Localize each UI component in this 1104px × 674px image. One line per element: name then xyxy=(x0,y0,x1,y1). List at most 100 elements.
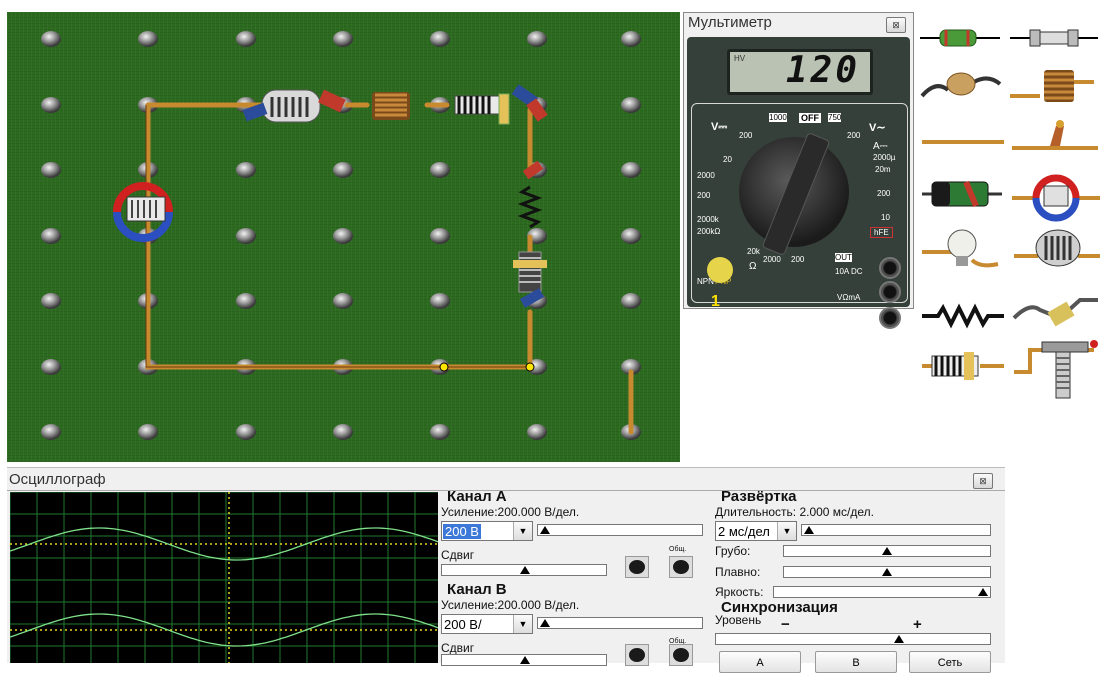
brightness-slider[interactable] xyxy=(773,586,991,598)
board-peg[interactable] xyxy=(621,31,641,47)
coarse-slider[interactable] xyxy=(783,545,991,557)
board-peg[interactable] xyxy=(41,97,61,113)
multimeter-close-button[interactable]: ⊠ xyxy=(886,17,906,33)
sweep-select[interactable]: 2 мс/дел ▼ xyxy=(715,521,797,541)
palette-capacitor-stand[interactable] xyxy=(1014,340,1098,399)
slider-thumb[interactable] xyxy=(520,566,530,574)
channel-b-gain-select[interactable]: 200 В/ ▼ xyxy=(441,614,533,634)
board-peg[interactable] xyxy=(430,293,450,309)
board-peg[interactable] xyxy=(527,424,547,440)
sync-level-slider[interactable] xyxy=(715,633,991,645)
board-peg[interactable] xyxy=(430,424,450,440)
multimeter-window[interactable]: Мультиметр ⊠ HV 120 V⎓ 1000 OFF 750 V∼ 2… xyxy=(683,12,914,329)
palette-lamp-resistor[interactable] xyxy=(920,72,1002,98)
chevron-down-icon[interactable]: ▼ xyxy=(777,522,796,540)
transistor-socket[interactable] xyxy=(707,257,733,283)
channel-b-invert-button[interactable] xyxy=(625,644,649,666)
range-20m-label: 20m xyxy=(875,165,891,174)
palette-light-bulb[interactable] xyxy=(922,229,999,268)
palette-battery[interactable] xyxy=(922,180,1002,208)
channel-a-invert-button[interactable] xyxy=(625,556,649,578)
board-peg[interactable] xyxy=(41,31,61,47)
oscilloscope-window[interactable]: Осциллограф ⊠ Канал А Усиление:200.000 В… xyxy=(7,467,1005,673)
sweep-slider[interactable] xyxy=(801,524,991,536)
hv-label: HV xyxy=(734,54,746,63)
palette-coil[interactable] xyxy=(922,352,1004,380)
slider-thumb[interactable] xyxy=(540,619,550,627)
board-peg[interactable] xyxy=(41,228,61,244)
jack-vohm[interactable] xyxy=(879,281,901,303)
sync-net-button[interactable]: Сеть xyxy=(909,651,991,673)
oscilloscope-screen xyxy=(9,491,439,663)
board-peg[interactable] xyxy=(333,228,353,244)
slider-thumb[interactable] xyxy=(978,588,988,596)
board-peg[interactable] xyxy=(138,424,158,440)
palette-switch[interactable] xyxy=(1012,120,1098,150)
resistor-component[interactable] xyxy=(517,160,544,229)
palette-resistor-spring[interactable] xyxy=(922,303,1004,329)
range-200m-right-label: 200 xyxy=(877,189,891,198)
oscilloscope-close-button[interactable]: ⊠ xyxy=(973,473,993,489)
sync-a-button[interactable]: A xyxy=(719,651,801,673)
board-peg[interactable] xyxy=(621,97,641,113)
palette-resistor-green[interactable] xyxy=(920,29,1000,47)
board-peg[interactable] xyxy=(236,424,256,440)
coil-component[interactable] xyxy=(454,84,548,125)
board-peg[interactable] xyxy=(236,31,256,47)
slider-thumb[interactable] xyxy=(882,568,892,576)
jack-10a[interactable] xyxy=(879,257,901,279)
palette-electromagnet[interactable] xyxy=(1012,174,1100,222)
slider-thumb[interactable] xyxy=(804,526,814,534)
jack-com[interactable] xyxy=(879,307,901,329)
channel-a-gain-slider[interactable] xyxy=(537,524,703,536)
range-2000k-label: 2000k xyxy=(697,215,719,224)
meter-component[interactable] xyxy=(242,89,346,123)
board-peg[interactable] xyxy=(138,31,158,47)
channel-b-common-button[interactable] xyxy=(669,644,693,666)
board-peg[interactable] xyxy=(41,424,61,440)
board-peg[interactable] xyxy=(236,293,256,309)
sync-b-button[interactable]: B xyxy=(815,651,897,673)
board-peg[interactable] xyxy=(333,293,353,309)
fine-slider[interactable] xyxy=(783,566,991,578)
inductor-component[interactable] xyxy=(372,92,410,120)
vac-label: V∼ xyxy=(869,122,886,134)
range-selector-knob[interactable] xyxy=(739,132,849,256)
channel-a-gain-select[interactable]: 200 В ▼ xyxy=(441,521,533,541)
board-peg[interactable] xyxy=(41,293,61,309)
board-peg[interactable] xyxy=(527,31,547,47)
board-peg[interactable] xyxy=(41,162,61,178)
board-peg[interactable] xyxy=(430,31,450,47)
range-200k-label: 200kΩ xyxy=(697,227,721,236)
palette-meter[interactable] xyxy=(1014,229,1100,267)
breadboard[interactable] xyxy=(7,12,680,462)
chevron-down-icon[interactable]: ▼ xyxy=(513,522,532,540)
board-peg[interactable] xyxy=(621,293,641,309)
slider-thumb[interactable] xyxy=(882,547,892,555)
board-peg[interactable] xyxy=(621,162,641,178)
channel-b-shift-slider[interactable] xyxy=(441,654,607,666)
board-peg[interactable] xyxy=(236,162,256,178)
channel-b-gain-slider[interactable] xyxy=(537,617,703,629)
board-peg[interactable] xyxy=(430,228,450,244)
slider-thumb[interactable] xyxy=(540,526,550,534)
channel-a-trace xyxy=(9,527,439,561)
channel-a-shift-slider[interactable] xyxy=(441,564,607,576)
board-peg[interactable] xyxy=(621,228,641,244)
board-peg[interactable] xyxy=(236,228,256,244)
board-peg[interactable] xyxy=(41,359,61,375)
palette-rheostat[interactable] xyxy=(1012,298,1098,327)
board-peg[interactable] xyxy=(333,424,353,440)
board-peg[interactable] xyxy=(333,31,353,47)
range-750-label: 750 xyxy=(828,113,842,122)
board-peg[interactable] xyxy=(333,162,353,178)
slider-thumb[interactable] xyxy=(520,656,530,664)
palette-fuse[interactable] xyxy=(1010,29,1098,47)
slider-thumb[interactable] xyxy=(894,635,904,643)
board-peg[interactable] xyxy=(430,162,450,178)
coarse-label: Грубо: xyxy=(715,544,751,558)
multimeter-reading: 120 xyxy=(785,50,860,91)
channel-a-common-button[interactable] xyxy=(669,556,693,578)
palette-inductor[interactable] xyxy=(1010,70,1094,102)
chevron-down-icon[interactable]: ▼ xyxy=(513,615,532,633)
